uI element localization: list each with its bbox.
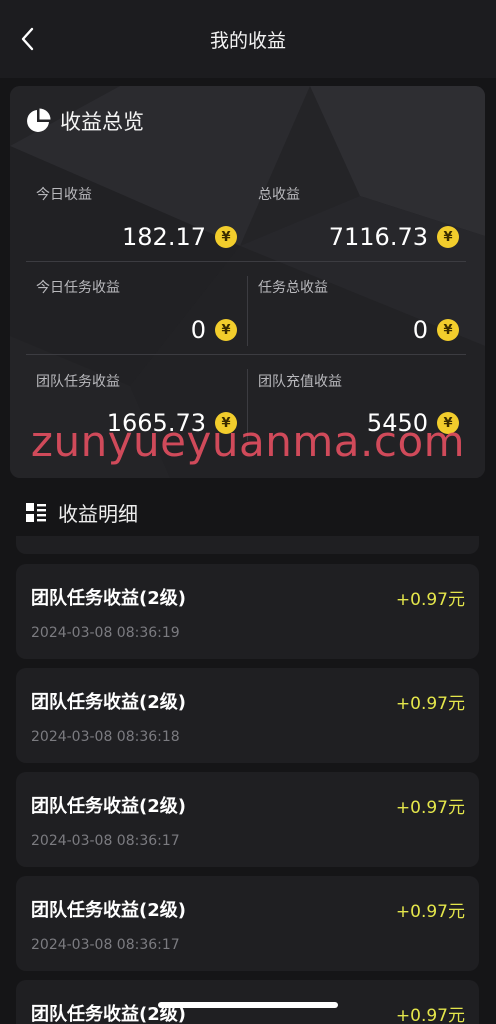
divider — [26, 354, 466, 355]
stat-label-team-recharge-earnings: 团队充值收益 — [258, 374, 342, 390]
record-title: 团队任务收益(2级) — [31, 900, 186, 921]
stat-value: 7116.73 — [328, 223, 428, 251]
home-indicator[interactable] — [158, 1002, 338, 1008]
stat-value: 0 — [190, 316, 206, 344]
record-time: 2024-03-08 08:36:17 — [31, 937, 180, 953]
yen-coin-icon: ¥ — [215, 226, 237, 248]
record-title: 团队任务收益(2级) — [31, 588, 186, 609]
stat-label-today-task-earnings: 今日任务收益 — [36, 280, 120, 296]
app-header: 我的收益 — [0, 0, 496, 78]
stat-label-task-total-earnings: 任务总收益 — [258, 280, 328, 296]
stat-label-today-earnings: 今日收益 — [36, 187, 92, 203]
stat-total-earnings: 7116.73 ¥ — [329, 223, 459, 251]
list-item[interactable]: 团队任务收益(2级) +0.97元 2024-03-08 08:36:19 — [16, 564, 479, 659]
list-icon — [26, 502, 46, 522]
list-item-partial — [16, 536, 479, 554]
record-title: 团队任务收益(2级) — [31, 796, 186, 817]
page-title: 我的收益 — [209, 30, 286, 52]
overview-header: 收益总览 — [25, 106, 144, 136]
list-item[interactable]: 团队任务收益(2级) +0.97元 2024-03-08 08:36:18 — [16, 668, 479, 763]
yen-coin-icon: ¥ — [215, 319, 237, 341]
watermark: zunyueyuanma.com — [30, 417, 466, 466]
divider — [26, 261, 466, 262]
overview-title: 收益总览 — [60, 110, 144, 134]
record-amount: +0.97元 — [395, 1006, 465, 1024]
stat-label-team-task-earnings: 团队任务收益 — [36, 374, 120, 390]
pie-chart-icon — [27, 108, 51, 132]
stat-task-total-earnings: 0 ¥ — [413, 316, 459, 344]
record-amount: +0.97元 — [395, 798, 465, 818]
stat-today-earnings: 182.17 ¥ — [122, 223, 237, 251]
list-item[interactable]: 团队任务收益(2级) +0.97元 2024-03-08 08:36:17 — [16, 876, 479, 971]
stat-label-total-earnings: 总收益 — [258, 187, 300, 203]
record-amount: +0.97元 — [395, 590, 465, 610]
yen-coin-icon: ¥ — [437, 226, 459, 248]
stat-today-task-earnings: 0 ¥ — [191, 316, 237, 344]
list-item[interactable]: 团队任务收益(2级) +0.97元 2024-03-08 08:36:17 — [16, 772, 479, 867]
stat-value: 182.17 — [122, 223, 206, 251]
detail-header: 收益明细 — [26, 498, 138, 527]
detail-title: 收益明细 — [58, 502, 138, 526]
record-title: 团队任务收益(2级) — [31, 692, 186, 713]
record-time: 2024-03-08 08:36:18 — [31, 729, 180, 745]
record-amount: +0.97元 — [395, 694, 465, 714]
stat-value: 0 — [412, 316, 428, 344]
record-amount: +0.97元 — [395, 902, 465, 922]
record-time: 2024-03-08 08:36:17 — [31, 833, 180, 849]
record-time: 2024-03-08 08:36:19 — [31, 625, 180, 641]
divider — [247, 276, 248, 346]
yen-coin-icon: ¥ — [437, 319, 459, 341]
